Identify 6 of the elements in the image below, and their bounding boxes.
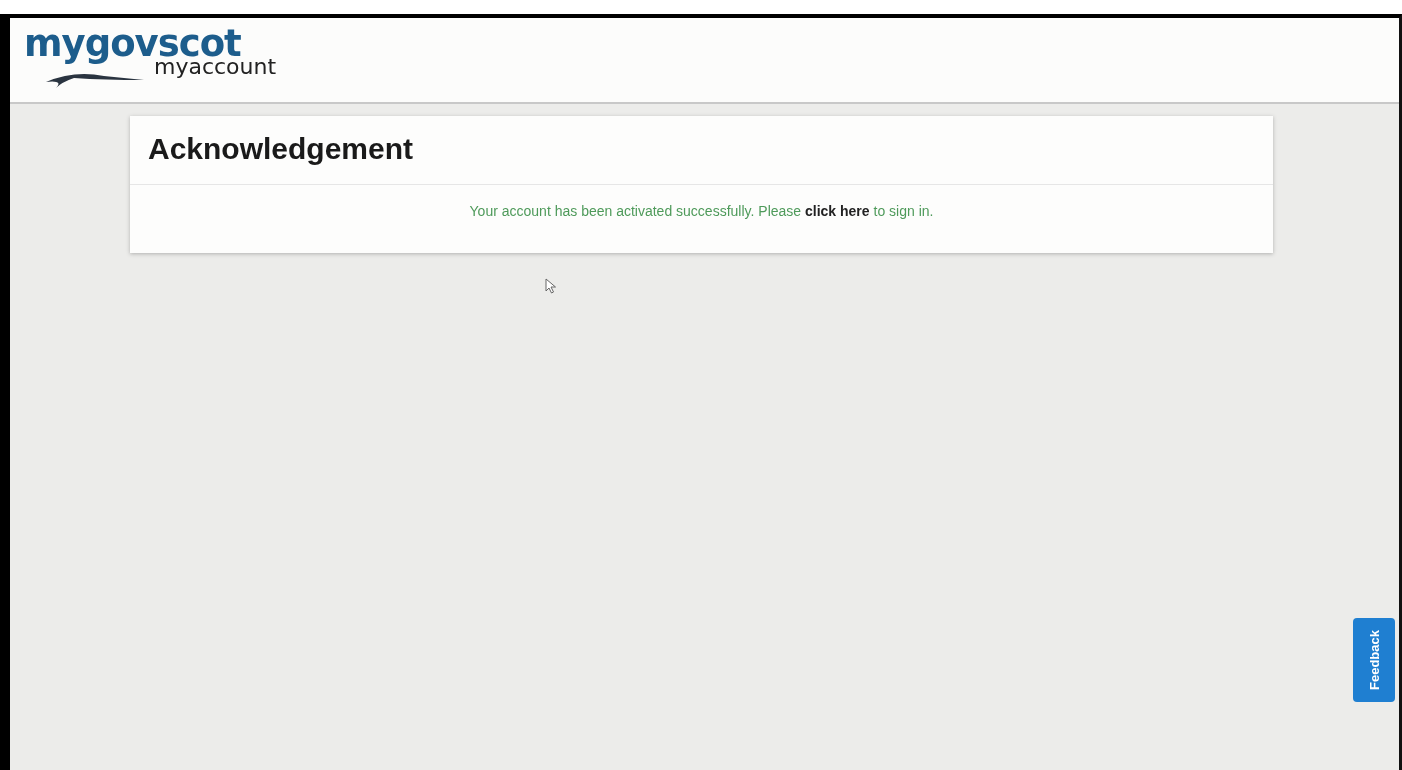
logo[interactable]: mygovscot myaccount: [24, 24, 314, 96]
sign-in-link[interactable]: click here: [805, 203, 870, 219]
feedback-tab[interactable]: Feedback: [1353, 618, 1395, 702]
cursor-icon: [545, 278, 557, 294]
page-title: Acknowledgement: [130, 116, 1273, 185]
success-message: Your account has been activated successfully. Please click here to sign in.: [468, 202, 935, 221]
